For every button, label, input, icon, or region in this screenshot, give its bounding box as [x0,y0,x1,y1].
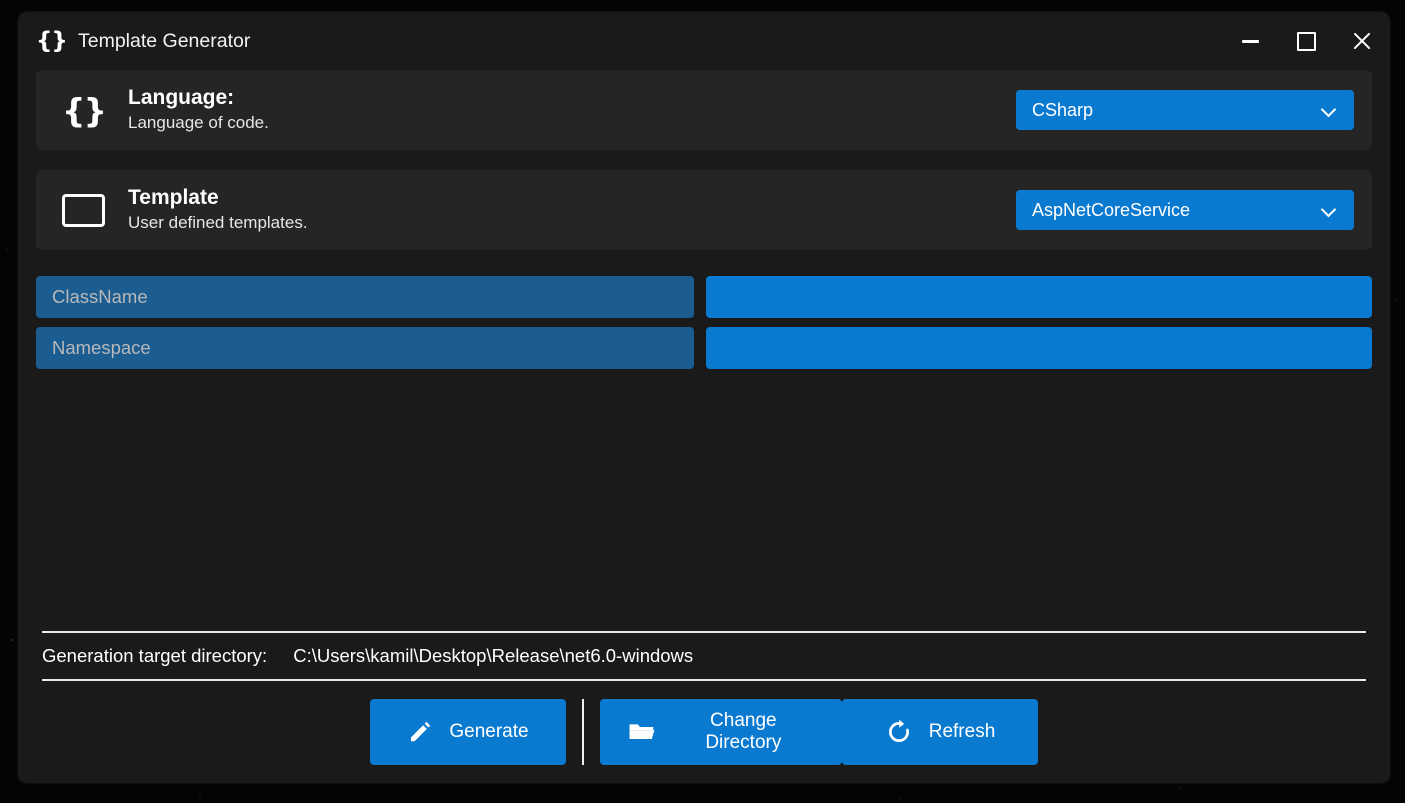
template-title: Template [128,185,219,209]
divider-bottom [42,679,1366,681]
template-card-labels: Template User defined templates. [128,185,1016,235]
window-rectangle-icon [62,193,105,227]
generate-button-label: Generate [449,721,529,742]
action-button-bar: Generate Change Directory Refresh [42,699,1366,765]
maximize-icon [1296,31,1316,51]
field-row: Namespace [36,327,1372,369]
refresh-button[interactable]: Refresh [842,699,1038,765]
close-button[interactable] [1334,12,1390,70]
chevron-down-icon [1322,203,1336,217]
app-window: {} Template Generator {} Language: Langu… [18,12,1390,783]
language-title: Language: [128,85,235,109]
refresh-button-label: Refresh [928,721,996,742]
language-dropdown-value: CSharp [1032,99,1094,120]
setting-card-template: Template User defined templates. AspNetC… [36,170,1372,250]
pencil-icon [411,721,431,742]
folder-open-icon [629,724,655,739]
template-subtitle: User defined templates. [128,213,308,233]
field-row: ClassName [36,276,1372,318]
language-dropdown[interactable]: CSharp [1016,90,1354,130]
setting-card-language: {} Language: Language of code. CSharp [36,70,1372,150]
button-separator [582,699,584,765]
window-controls [1222,12,1390,70]
change-directory-button[interactable]: Change Directory [600,699,842,765]
maximize-button[interactable] [1278,12,1334,70]
field-input-classname[interactable] [706,276,1372,318]
window-title: Template Generator [78,29,251,52]
close-icon [1352,31,1372,51]
generate-button[interactable]: Generate [370,699,566,765]
field-key-namespace: Namespace [36,327,694,369]
template-dropdown[interactable]: AspNetCoreService [1016,190,1354,230]
braces-icon: {} [62,90,107,130]
chevron-down-icon [1322,103,1336,117]
language-subtitle: Language of code. [128,113,269,133]
title-bar[interactable]: {} Template Generator [18,12,1390,70]
change-directory-button-label: Change Directory [705,710,782,753]
generation-target-label: Generation target directory: [42,645,268,666]
minimize-button[interactable] [1222,12,1278,70]
generation-target-row: Generation target directory: C:\Users\ka… [42,633,1366,679]
footer: Generation target directory: C:\Users\ka… [18,631,1390,783]
language-card-icon-wrap: {} [62,94,120,127]
main-content: {} Language: Language of code. CSharp Te… [18,70,1390,369]
field-input-namespace[interactable] [706,327,1372,369]
refresh-icon [888,719,909,742]
template-card-icon-wrap [62,193,120,227]
braces-icon: {} [36,28,68,54]
field-key-classname: ClassName [36,276,694,318]
language-card-labels: Language: Language of code. [128,85,1016,135]
minimize-icon [1241,39,1259,43]
template-dropdown-value: AspNetCoreService [1032,199,1191,220]
parameter-fields: ClassName Namespace [36,276,1372,369]
generation-target-path: C:\Users\kamil\Desktop\Release\net6.0-wi… [293,645,694,666]
